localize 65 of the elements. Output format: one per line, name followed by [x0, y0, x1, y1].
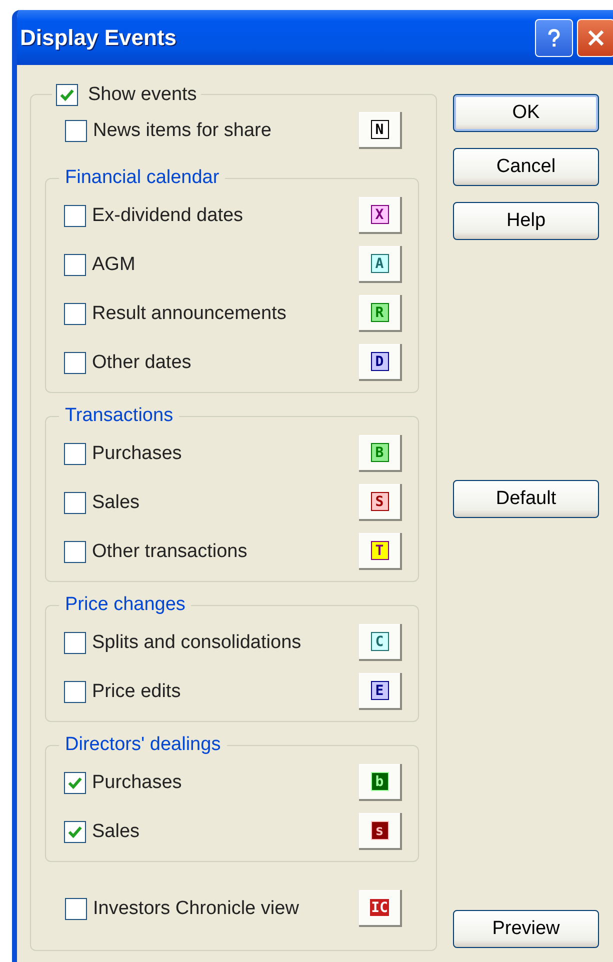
check-icon	[67, 824, 83, 840]
marker-button[interactable]: b	[359, 764, 402, 801]
check-icon	[67, 774, 83, 790]
marker-swatch: T	[370, 541, 388, 560]
dialog-button[interactable]: OK	[453, 94, 599, 132]
marker-button[interactable]: R	[359, 295, 402, 332]
checkbox[interactable]	[64, 820, 86, 842]
check-icon	[59, 87, 75, 103]
checkbox-label: AGM	[92, 254, 136, 276]
marker-swatch: S	[370, 492, 388, 511]
marker-button[interactable]: N	[359, 112, 402, 149]
checkbox-label: Show events	[88, 84, 197, 106]
marker-swatch: E	[370, 681, 388, 700]
dialog-button[interactable]: Cancel	[453, 148, 599, 186]
marker-swatch: D	[370, 352, 388, 371]
marker-button[interactable]: IC	[359, 890, 402, 927]
checkbox[interactable]	[64, 442, 86, 464]
checkbox[interactable]	[64, 352, 86, 374]
marker-button[interactable]: s	[359, 813, 402, 850]
marker-button[interactable]: C	[359, 624, 402, 661]
checkbox[interactable]	[64, 772, 86, 794]
checkbox-label: Other transactions	[92, 540, 248, 562]
marker-swatch: b	[370, 772, 388, 791]
marker-button[interactable]: X	[359, 197, 402, 234]
checkbox[interactable]	[64, 540, 86, 562]
help-icon[interactable]	[535, 18, 573, 56]
checkbox-label: News items for share	[93, 120, 272, 142]
close-icon[interactable]	[577, 18, 613, 56]
checkbox[interactable]	[64, 254, 86, 276]
marker-swatch: B	[370, 443, 388, 462]
checkbox-label: Splits and consolidations	[92, 632, 302, 654]
marker-button[interactable]: E	[359, 673, 402, 710]
checkbox-label: Investors Chronicle view	[93, 898, 299, 920]
checkbox-label: Sales	[92, 492, 140, 514]
marker-swatch: IC	[369, 898, 390, 917]
marker-swatch: s	[370, 821, 388, 840]
checkbox[interactable]	[64, 632, 86, 654]
checkbox-label: Other dates	[92, 352, 192, 374]
marker-swatch: C	[370, 632, 388, 651]
marker-button[interactable]: T	[359, 533, 402, 570]
dialog-button[interactable]: Default	[453, 480, 599, 518]
checkbox-label: Purchases	[92, 442, 182, 464]
marker-button[interactable]: B	[359, 435, 402, 472]
dialog-button[interactable]: Preview	[453, 910, 599, 948]
checkbox-label: Ex-dividend dates	[92, 204, 244, 226]
checkbox-label: Result announcements	[92, 302, 286, 324]
checkbox-label: Price edits	[92, 680, 181, 702]
marker-swatch: A	[370, 254, 388, 273]
dialog-button[interactable]: Help	[453, 202, 599, 240]
checkbox[interactable]	[64, 680, 86, 702]
checkbox[interactable]	[64, 302, 86, 324]
marker-swatch: N	[370, 120, 388, 139]
checkbox[interactable]	[65, 898, 87, 920]
checkbox[interactable]	[65, 120, 87, 142]
marker-button[interactable]: S	[359, 484, 402, 521]
marker-button[interactable]: A	[359, 246, 402, 283]
checkbox[interactable]	[64, 492, 86, 514]
marker-swatch: R	[370, 303, 388, 322]
marker-button[interactable]: D	[359, 344, 402, 381]
checkbox-label: Purchases	[92, 772, 182, 794]
marker-swatch: X	[370, 205, 388, 224]
window-title: Display Events	[20, 24, 177, 50]
checkbox[interactable]	[64, 204, 86, 226]
checkbox-label: Sales	[92, 820, 140, 842]
checkbox[interactable]	[56, 84, 78, 106]
